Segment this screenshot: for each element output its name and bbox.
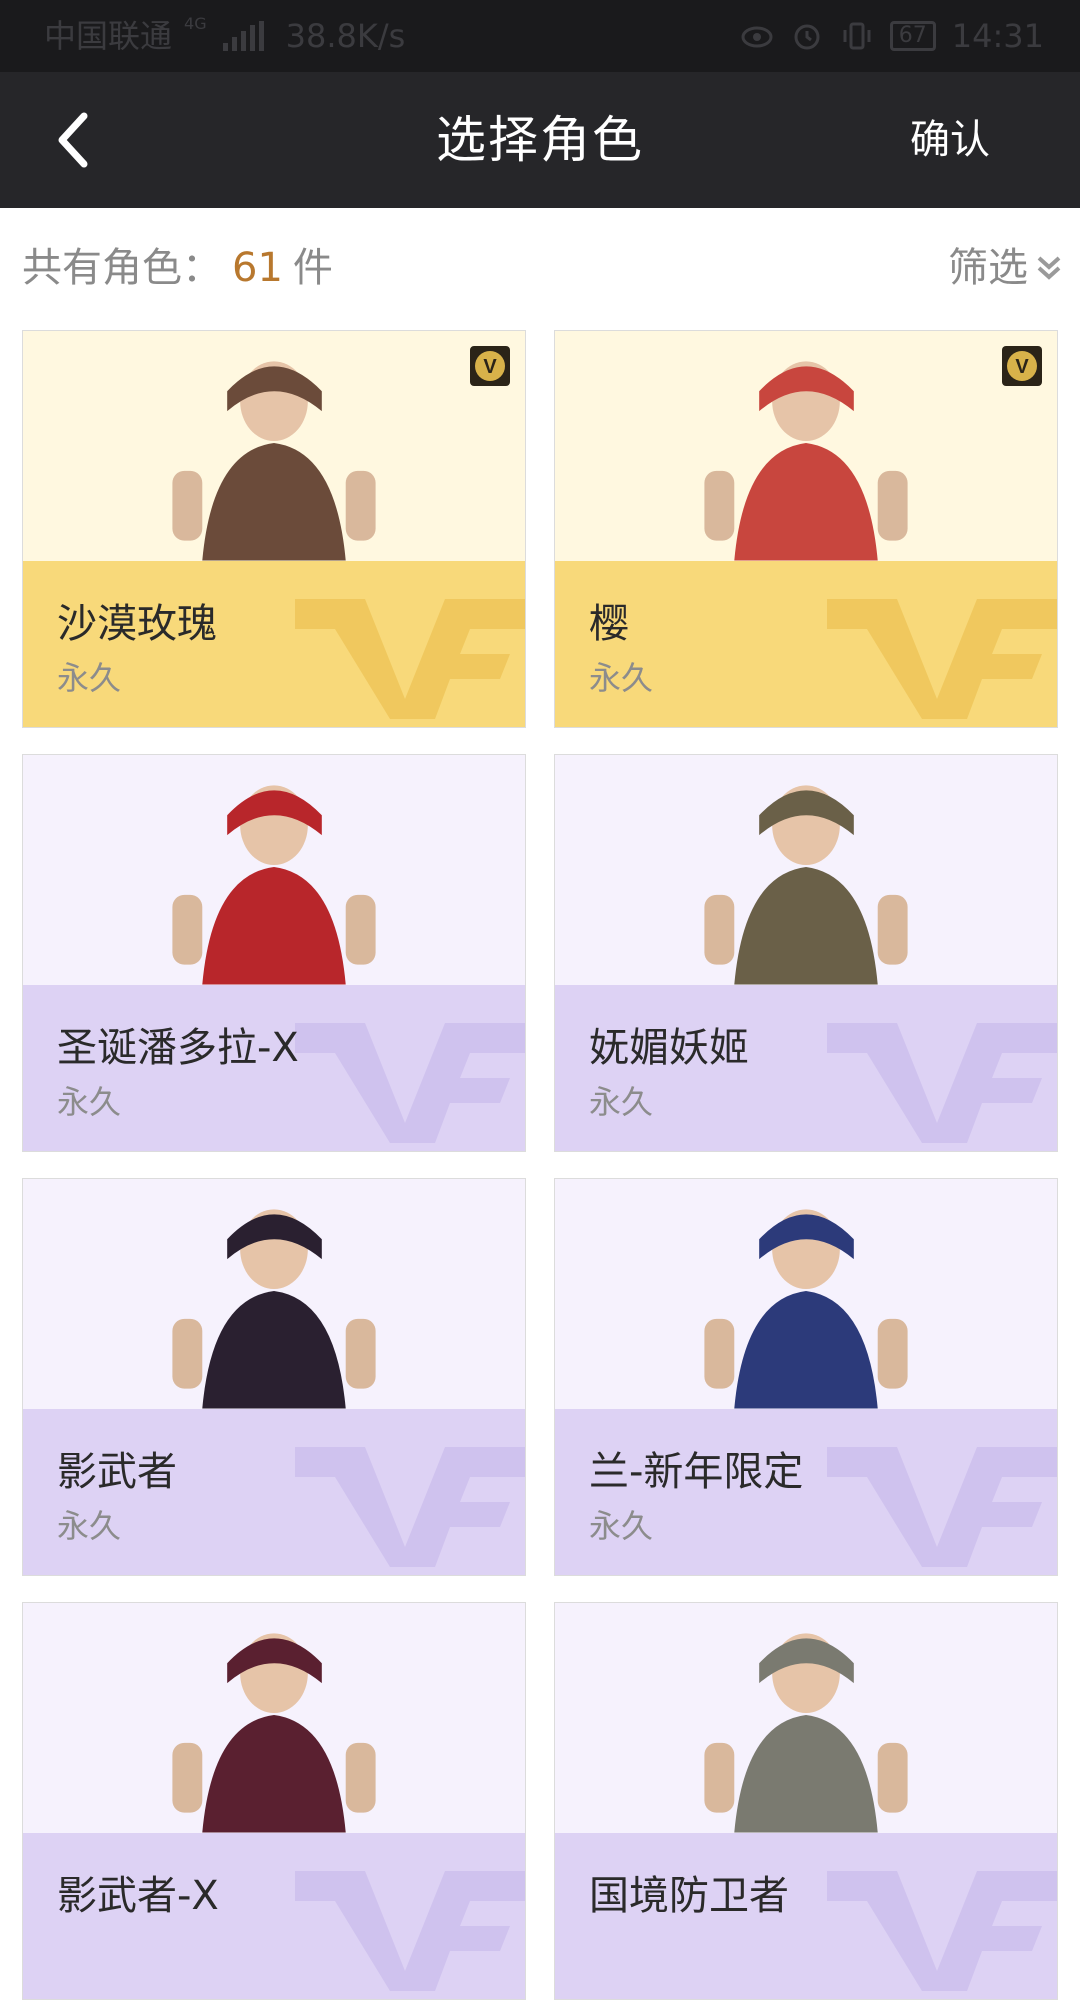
card-info: 圣诞潘多拉-X 永久	[23, 985, 525, 1151]
cf-logo-watermark	[827, 599, 1057, 719]
battery-icon: 67	[889, 21, 936, 51]
character-card[interactable]: V 沙漠玫瑰永久	[22, 330, 526, 728]
clock: 14:31	[951, 17, 1044, 55]
character-duration: 永久	[57, 1507, 122, 1545]
card-info: 影武者 永久	[23, 1409, 525, 1575]
alarm-icon	[794, 24, 820, 50]
character-name: 影武者	[57, 1449, 177, 1495]
count-suffix: 件	[292, 245, 333, 291]
character-image	[555, 755, 1057, 985]
double-chevron-down-icon	[1037, 256, 1061, 280]
character-duration: 永久	[589, 659, 654, 697]
character-card[interactable]: V 樱永久	[554, 330, 1058, 728]
character-figure	[172, 1633, 376, 1833]
character-image: V	[555, 331, 1057, 561]
cf-logo-watermark	[827, 1023, 1057, 1143]
card-info: 樱永久	[555, 561, 1057, 727]
character-card[interactable]: 兰-新年限定永久	[554, 1178, 1058, 1576]
network-type: 4G	[184, 14, 207, 33]
character-figure	[704, 361, 908, 561]
card-info: 兰-新年限定永久	[555, 1409, 1057, 1575]
card-info: 沙漠玫瑰 永久	[23, 561, 525, 727]
signal-icon	[222, 21, 264, 51]
cf-logo-watermark	[295, 1871, 525, 1991]
filter-button[interactable]: 筛选	[948, 208, 1062, 328]
vip-badge-icon: V	[1002, 346, 1042, 386]
character-duration: 永久	[57, 659, 122, 697]
svg-text:V: V	[1015, 356, 1029, 378]
character-card[interactable]: 影武者 永久	[22, 1178, 526, 1576]
vip-badge-icon: V	[470, 346, 510, 386]
character-image	[555, 1179, 1057, 1409]
network-speed: 38.8K/s	[285, 17, 406, 55]
count-value: 61	[232, 245, 283, 291]
status-bar: 中国联通 4G 38.8K/s 67 14:31	[0, 0, 1080, 72]
character-figure	[704, 1633, 908, 1833]
cf-logo-watermark	[827, 1871, 1057, 1991]
character-figure	[172, 785, 376, 985]
character-card[interactable]: 影武者-X	[22, 1602, 526, 2000]
character-image	[23, 1179, 525, 1409]
character-name: 妩媚妖姬	[589, 1025, 749, 1071]
card-info: 国境防卫者	[555, 1833, 1057, 1999]
character-figure	[172, 361, 376, 561]
character-name: 樱	[589, 601, 629, 647]
character-name: 影武者-X	[57, 1873, 219, 1919]
character-figure	[704, 785, 908, 985]
character-duration: 永久	[57, 1083, 122, 1121]
vibrate-icon	[843, 22, 871, 50]
character-card[interactable]: 圣诞潘多拉-X 永久	[22, 754, 526, 1152]
cf-logo-watermark	[295, 599, 525, 719]
cf-logo-watermark	[827, 1447, 1057, 1567]
app-header: 选择角色 确认	[0, 72, 1080, 208]
filter-label: 筛选	[948, 245, 1028, 291]
carrier-label: 中国联通	[44, 17, 173, 55]
character-image: V	[23, 331, 525, 561]
character-name: 圣诞潘多拉-X	[57, 1025, 299, 1071]
character-image	[23, 1603, 525, 1833]
character-card[interactable]: 妩媚妖姬 永久	[554, 754, 1058, 1152]
card-info: 妩媚妖姬 永久	[555, 985, 1057, 1151]
character-image	[555, 1603, 1057, 1833]
cf-logo-watermark	[295, 1023, 525, 1143]
character-image	[23, 755, 525, 985]
role-count: 共有角色： 61 件	[22, 208, 333, 328]
character-duration: 永久	[589, 1083, 654, 1121]
character-name: 兰-新年限定	[589, 1449, 804, 1495]
count-prefix: 共有角色：	[22, 245, 222, 291]
character-name: 沙漠玫瑰	[57, 601, 217, 647]
character-name: 国境防卫者	[589, 1873, 789, 1919]
svg-text:V: V	[483, 356, 497, 378]
summary-row: 共有角色： 61 件 筛选	[0, 208, 1080, 328]
cf-logo-watermark	[295, 1447, 525, 1567]
character-card[interactable]: 国境防卫者	[554, 1602, 1058, 2000]
character-figure	[704, 1209, 908, 1409]
character-duration: 永久	[589, 1507, 654, 1545]
confirm-button[interactable]: 确认	[910, 72, 990, 208]
card-info: 影武者-X	[23, 1833, 525, 1999]
eye-icon	[741, 26, 773, 48]
character-figure	[172, 1209, 376, 1409]
